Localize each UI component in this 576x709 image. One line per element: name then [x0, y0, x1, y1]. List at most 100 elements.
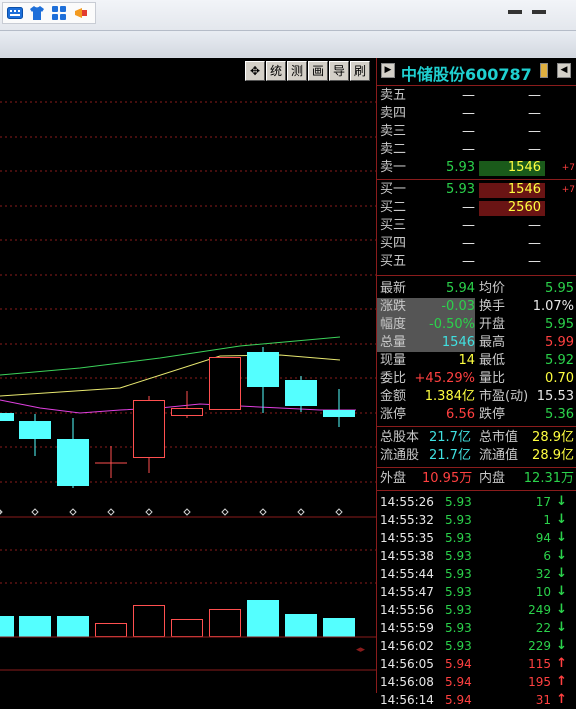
bid-row[interactable]: 买一 5.93 1546 +7 — [377, 181, 576, 199]
candles — [0, 347, 355, 488]
grid-icon[interactable] — [50, 4, 68, 22]
quote-right-value: 5.95 — [545, 317, 574, 332]
quote-divider — [377, 426, 576, 427]
down-arrow-icon: ↓ — [556, 638, 567, 653]
ask-row[interactable]: 卖三 — — — [377, 123, 576, 141]
volume-bar — [323, 618, 355, 637]
quote-left-label: 涨停 — [380, 407, 407, 422]
ask-row[interactable]: 卖五 — — — [377, 87, 576, 105]
quote-row: 幅度 -0.50% 开盘 5.95 — [377, 316, 576, 334]
tick-price: 5.93 — [445, 639, 472, 653]
quote-right-label: 最低 — [479, 353, 506, 368]
ask-price: — — [462, 142, 475, 157]
inner-value: 12.31万 — [523, 471, 574, 486]
quote-right-value: 5.95 — [545, 281, 574, 296]
tick-time: 14:55:38 — [380, 549, 434, 563]
ask-label: 卖四 — [380, 106, 407, 121]
quote-right-value: 5.99 — [545, 335, 574, 350]
quote-left-label: 现量 — [380, 353, 407, 368]
quote-right-label: 市盈(动) — [479, 389, 529, 404]
stock-header: ▶ 中储股份600787 ◀ — [377, 58, 576, 86]
tick-time: 14:56:08 — [380, 675, 434, 689]
tick-time: 14:55:32 — [380, 513, 434, 527]
tick-price: 5.93 — [445, 549, 472, 563]
quote-left-label: 最新 — [380, 281, 407, 296]
measure-button[interactable]: 测 — [287, 61, 307, 81]
quote-panel: ▶ 中储股份600787 ◀ 卖五 — — 卖四 — — 卖三 — — 卖二 — — 卖一 5.93 154… — [376, 58, 576, 707]
tick-price: 5.93 — [445, 513, 472, 527]
chart-toolbar: ✥ 统 测 画 导 刷 — [245, 61, 370, 81]
stock-name: 中储股份 — [401, 65, 466, 84]
ask-price: — — [462, 88, 475, 103]
diamond-marker — [183, 508, 191, 516]
tick-row: 14:55:38 5.93 6 ↓ — [377, 547, 576, 565]
diamond-marker — [335, 508, 343, 516]
down-arrow-icon: ↓ — [556, 530, 567, 545]
move-button[interactable]: ✥ — [245, 61, 265, 81]
tick-price: 5.94 — [445, 693, 472, 707]
refresh-button[interactable]: 刷 — [350, 61, 370, 81]
tick-row: 14:55:47 5.93 10 ↓ — [377, 583, 576, 601]
bid-row[interactable]: 买二 — 2560 — [377, 199, 576, 217]
up-arrow-icon: ↑ — [556, 656, 567, 671]
tick-volume: 249 — [528, 603, 551, 617]
ask-label: 卖五 — [380, 88, 407, 103]
volume-bar — [133, 605, 165, 637]
quote-left-label: 总量 — [380, 335, 407, 350]
tick-volume: 22 — [535, 621, 551, 635]
tick-price: 5.94 — [445, 657, 472, 671]
info-tab-icon[interactable] — [540, 63, 548, 78]
diamond-marker — [0, 509, 3, 515]
outer-label: 外盘 — [380, 471, 407, 486]
ask-row[interactable]: 卖四 — — — [377, 105, 576, 123]
draw-button[interactable]: 画 — [308, 61, 328, 81]
down-arrow-icon: ↓ — [556, 566, 567, 581]
prev-stock-icon[interactable]: ▶ — [381, 63, 395, 78]
bid-row[interactable]: 买五 — — — [377, 253, 576, 271]
ask-price: 5.93 — [446, 160, 475, 175]
ask-row[interactable]: 卖一 5.93 1546 +7 — [377, 159, 576, 177]
ask-volume: — — [528, 142, 541, 157]
volume-bar — [247, 600, 279, 637]
window-controls[interactable] — [508, 0, 548, 14]
keyboard-icon[interactable] — [6, 4, 24, 22]
up-arrow-icon: ↑ — [556, 674, 567, 689]
volume-bar — [209, 609, 241, 637]
volume-bar — [285, 614, 317, 637]
stats-button[interactable]: 统 — [266, 61, 286, 81]
secondary-toolbar-strip — [0, 30, 576, 57]
kline-chart[interactable]: ◂▸ — [0, 58, 376, 693]
tick-time: 14:55:59 — [380, 621, 434, 635]
tick-row: 14:55:44 5.93 32 ↓ — [377, 565, 576, 583]
bid-row[interactable]: 买四 — — — [377, 235, 576, 253]
capital-divider — [377, 467, 576, 468]
bid-row[interactable]: 买三 — — — [377, 217, 576, 235]
export-button[interactable]: 导 — [329, 61, 349, 81]
ask-volume: 1546 — [507, 160, 541, 175]
diamond-marker — [297, 508, 305, 516]
shirt-icon[interactable] — [28, 4, 46, 22]
diamond-marker — [31, 508, 39, 516]
quote-left-label: 幅度 — [380, 317, 407, 332]
bid-label: 买四 — [380, 236, 407, 251]
ask-row[interactable]: 卖二 — — — [377, 141, 576, 159]
bid-label: 买五 — [380, 254, 407, 269]
next-stock-icon[interactable]: ◀ — [557, 63, 571, 78]
up-arrow-icon: ↑ — [556, 692, 567, 707]
tick-time: 14:55:35 — [380, 531, 434, 545]
tick-volume: 6 — [543, 549, 551, 563]
quick-icon-bar — [2, 2, 96, 24]
tick-volume: 195 — [528, 675, 551, 689]
ask-price: — — [462, 106, 475, 121]
outer-value: 10.95万 — [422, 471, 473, 486]
quote-right-value: 1.07% — [532, 299, 574, 314]
kline-chart-area[interactable]: ◂▸ — [0, 58, 376, 693]
orderbook-divider — [377, 179, 576, 180]
down-arrow-icon: ↓ — [556, 584, 567, 599]
megaphone-icon[interactable] — [72, 4, 90, 22]
capital-label: 流通股 — [380, 448, 420, 463]
scroll-arrows-icon[interactable]: ◂▸ — [356, 645, 366, 655]
tick-time: 14:55:44 — [380, 567, 434, 581]
quote-left-label: 委比 — [380, 371, 407, 386]
bid-volume: — — [528, 236, 541, 251]
